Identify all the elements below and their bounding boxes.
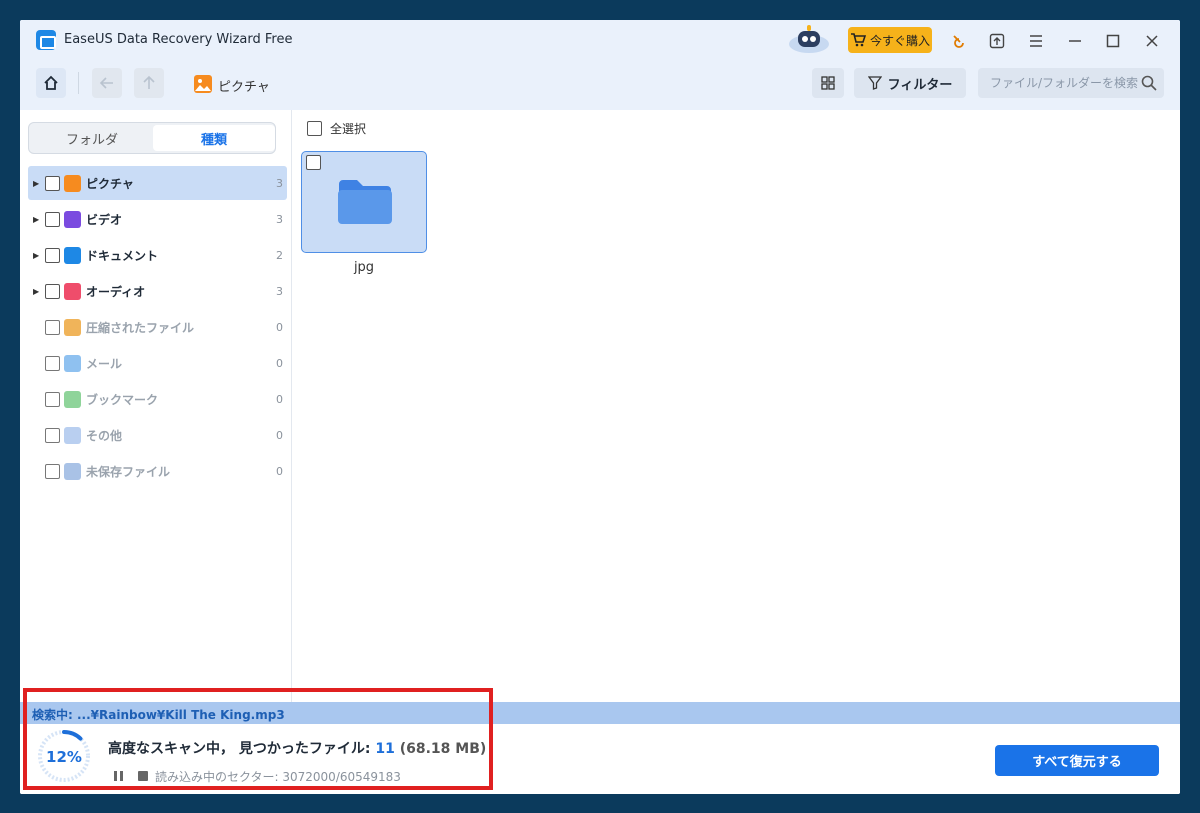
select-all-label: 全選択	[330, 122, 367, 136]
recover-all-button[interactable]: すべて復元する	[995, 745, 1159, 776]
checkbox[interactable]	[45, 319, 60, 335]
search-box	[978, 68, 1164, 98]
category-count: 0	[276, 464, 283, 478]
folder-tile[interactable]	[301, 151, 427, 253]
cart-icon	[850, 33, 866, 47]
category-label: メール	[86, 356, 123, 371]
arrow-up-icon	[143, 75, 155, 89]
minimize-icon[interactable]	[1064, 30, 1086, 52]
category-label: ピクチャ	[86, 176, 134, 191]
category-count: 3	[276, 176, 283, 190]
buy-now-label: 今すぐ購入	[869, 33, 930, 48]
expand-arrow-icon[interactable]: ▶	[33, 251, 43, 260]
grid-view-icon	[821, 76, 835, 90]
category-count: 0	[276, 320, 283, 334]
sidebar-item-audio[interactable]: ▶ オーディオ 3	[28, 274, 287, 308]
sidebar-item-pictures[interactable]: ▶ ピクチャ 3	[28, 166, 287, 200]
sidebar-item-other[interactable]: ▶ その他 0	[28, 418, 287, 452]
search-icon[interactable]	[1140, 74, 1158, 92]
sidebar: フォルダ 種類 ▶ ピクチャ 3 ▶ ビデオ 3 ▶ ドキュメント 2 ▶ オー…	[20, 110, 292, 702]
breadcrumb-label[interactable]: ピクチャ	[218, 76, 270, 95]
category-label: ドキュメント	[86, 248, 159, 263]
upload-icon[interactable]	[986, 30, 1008, 52]
category-count: 3	[276, 212, 283, 226]
category-count: 0	[276, 392, 283, 406]
app-logo-icon	[36, 30, 56, 50]
checkbox[interactable]	[45, 391, 60, 407]
folder-checkbox[interactable]	[306, 155, 321, 170]
checkbox[interactable]	[45, 211, 60, 227]
checkbox[interactable]	[45, 175, 60, 191]
video-icon	[64, 210, 81, 228]
buy-now-button[interactable]: 今すぐ購入	[848, 27, 932, 53]
sidebar-item-unsaved[interactable]: ▶ 未保存ファイル 0	[28, 454, 287, 488]
view-toggle-button[interactable]	[812, 68, 844, 98]
tools-icon[interactable]	[948, 30, 970, 52]
app-window: EaseUS Data Recovery Wizard Free 今すぐ購入 ピ…	[20, 20, 1180, 794]
file-view: 全選択 jpg	[293, 110, 1180, 702]
up-button[interactable]	[134, 68, 164, 98]
audio-icon	[64, 282, 81, 300]
app-title: EaseUS Data Recovery Wizard Free	[64, 32, 293, 47]
robot-mascot-icon[interactable]	[788, 24, 830, 54]
category-count: 2	[276, 248, 283, 262]
category-label: ブックマーク	[86, 392, 159, 407]
expand-arrow-icon[interactable]: ▶	[33, 215, 43, 224]
unsaved-file-icon	[64, 462, 81, 480]
select-all[interactable]: 全選択	[307, 120, 366, 137]
arrow-left-icon	[99, 77, 113, 89]
checkbox[interactable]	[45, 427, 60, 443]
category-label: その他	[86, 428, 123, 443]
checkbox[interactable]	[45, 463, 60, 479]
picture-icon	[64, 174, 81, 192]
category-count: 0	[276, 428, 283, 442]
archive-icon	[64, 318, 81, 336]
expand-arrow-icon[interactable]: ▶	[33, 287, 43, 296]
folder-name[interactable]: jpg	[301, 260, 427, 275]
category-count: 0	[276, 356, 283, 370]
mail-icon	[64, 354, 81, 372]
nav-divider	[78, 72, 79, 94]
expand-arrow-icon[interactable]: ▶	[33, 179, 43, 188]
tab-folder[interactable]: フォルダ	[31, 125, 153, 151]
maximize-icon[interactable]	[1102, 30, 1124, 52]
category-label: 未保存ファイル	[86, 464, 171, 479]
sidebar-item-mail[interactable]: ▶ メール 0	[28, 346, 287, 380]
sidebar-item-bookmarks[interactable]: ▶ ブックマーク 0	[28, 382, 287, 416]
title-bar: EaseUS Data Recovery Wizard Free 今すぐ購入 ピ…	[20, 20, 1180, 110]
checkbox[interactable]	[45, 283, 60, 299]
sidebar-item-archives[interactable]: ▶ 圧縮されたファイル 0	[28, 310, 287, 344]
bookmark-icon	[64, 390, 81, 408]
home-icon	[44, 75, 58, 90]
checkbox[interactable]	[45, 355, 60, 371]
select-all-checkbox[interactable]	[307, 121, 322, 136]
filter-icon	[867, 76, 882, 90]
filter-button[interactable]: フィルター	[854, 68, 966, 98]
checkbox[interactable]	[45, 247, 60, 263]
view-mode-tabs: フォルダ 種類	[28, 122, 276, 154]
folder-icon	[338, 180, 392, 224]
menu-icon[interactable]	[1025, 30, 1047, 52]
picture-icon	[194, 75, 212, 93]
highlight-box	[23, 688, 493, 790]
sidebar-item-video[interactable]: ▶ ビデオ 3	[28, 202, 287, 236]
filter-label: フィルター	[887, 77, 953, 93]
category-label: 圧縮されたファイル	[86, 320, 195, 335]
close-icon[interactable]	[1141, 30, 1163, 52]
other-folder-icon	[64, 426, 81, 444]
search-input[interactable]	[978, 68, 1138, 98]
home-button[interactable]	[36, 68, 66, 98]
document-icon	[64, 246, 81, 264]
tab-type[interactable]: 種類	[153, 125, 275, 151]
back-button[interactable]	[92, 68, 122, 98]
category-label: ビデオ	[86, 212, 123, 227]
sidebar-item-documents[interactable]: ▶ ドキュメント 2	[28, 238, 287, 272]
category-label: オーディオ	[86, 284, 146, 299]
category-count: 3	[276, 284, 283, 298]
